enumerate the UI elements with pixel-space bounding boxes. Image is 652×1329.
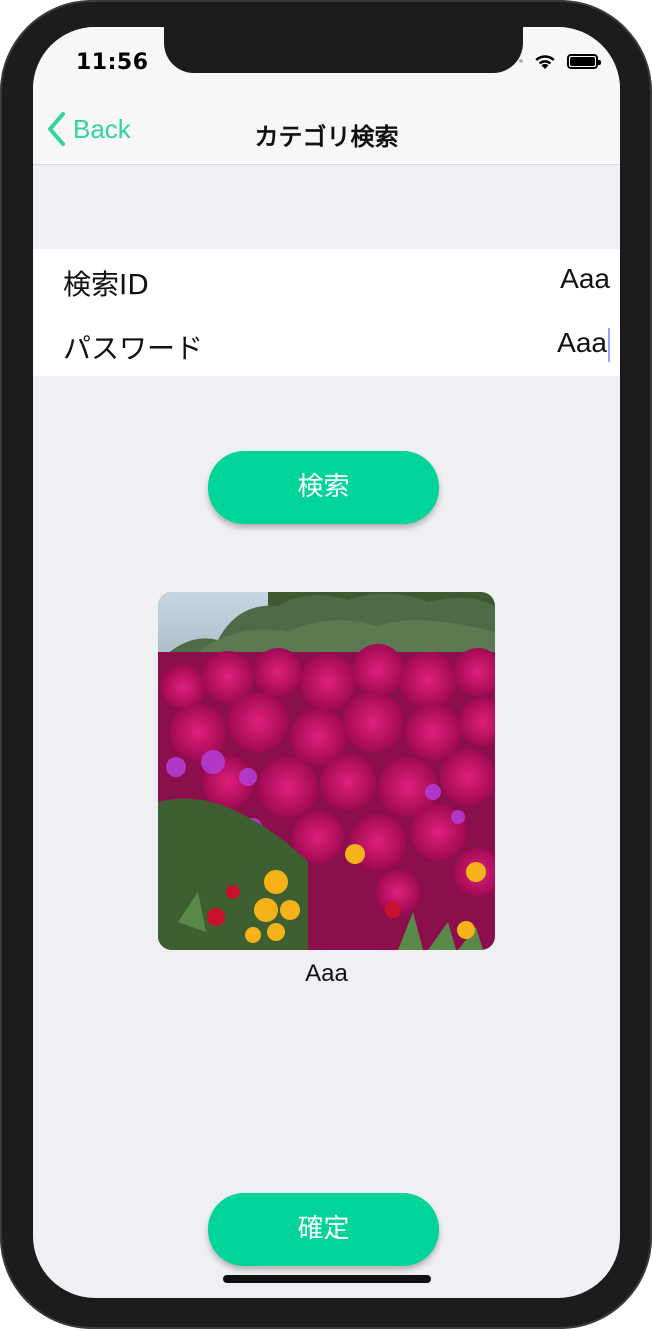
password-label: パスワード [63, 332, 204, 365]
search-button[interactable]: 検索 [208, 451, 439, 524]
search-id-field[interactable]: Aaa [560, 263, 610, 295]
flower-field-image [158, 592, 495, 950]
navigation-bar: Back カテゴリ検索 [33, 103, 620, 165]
search-id-label: 検索ID [63, 268, 149, 301]
wifi-icon [535, 55, 555, 69]
flower-photo [158, 592, 495, 950]
text-caret [608, 327, 610, 362]
confirm-button[interactable]: 確定 [208, 1193, 439, 1266]
battery-icon [567, 53, 601, 69]
password-field[interactable]: Aaa [557, 327, 610, 362]
page-title: カテゴリ検索 [254, 123, 399, 151]
search-form: 検索ID Aaa パスワード Aaa [33, 249, 620, 376]
home-indicator[interactable] [223, 1275, 431, 1283]
notch [164, 27, 523, 73]
form-row-search-id: 検索ID Aaa [33, 255, 620, 315]
phone-frame: 11:56 Back カテゴリ検索 検索ID Aaa パスワード Aaa 検索 … [0, 0, 652, 1329]
form-row-password: パスワード Aaa [33, 319, 620, 379]
screen: 11:56 Back カテゴリ検索 検索ID Aaa パスワード Aaa 検索 … [33, 27, 620, 1298]
photo-caption: Aaa [305, 960, 348, 987]
status-time: 11:56 [76, 50, 149, 75]
